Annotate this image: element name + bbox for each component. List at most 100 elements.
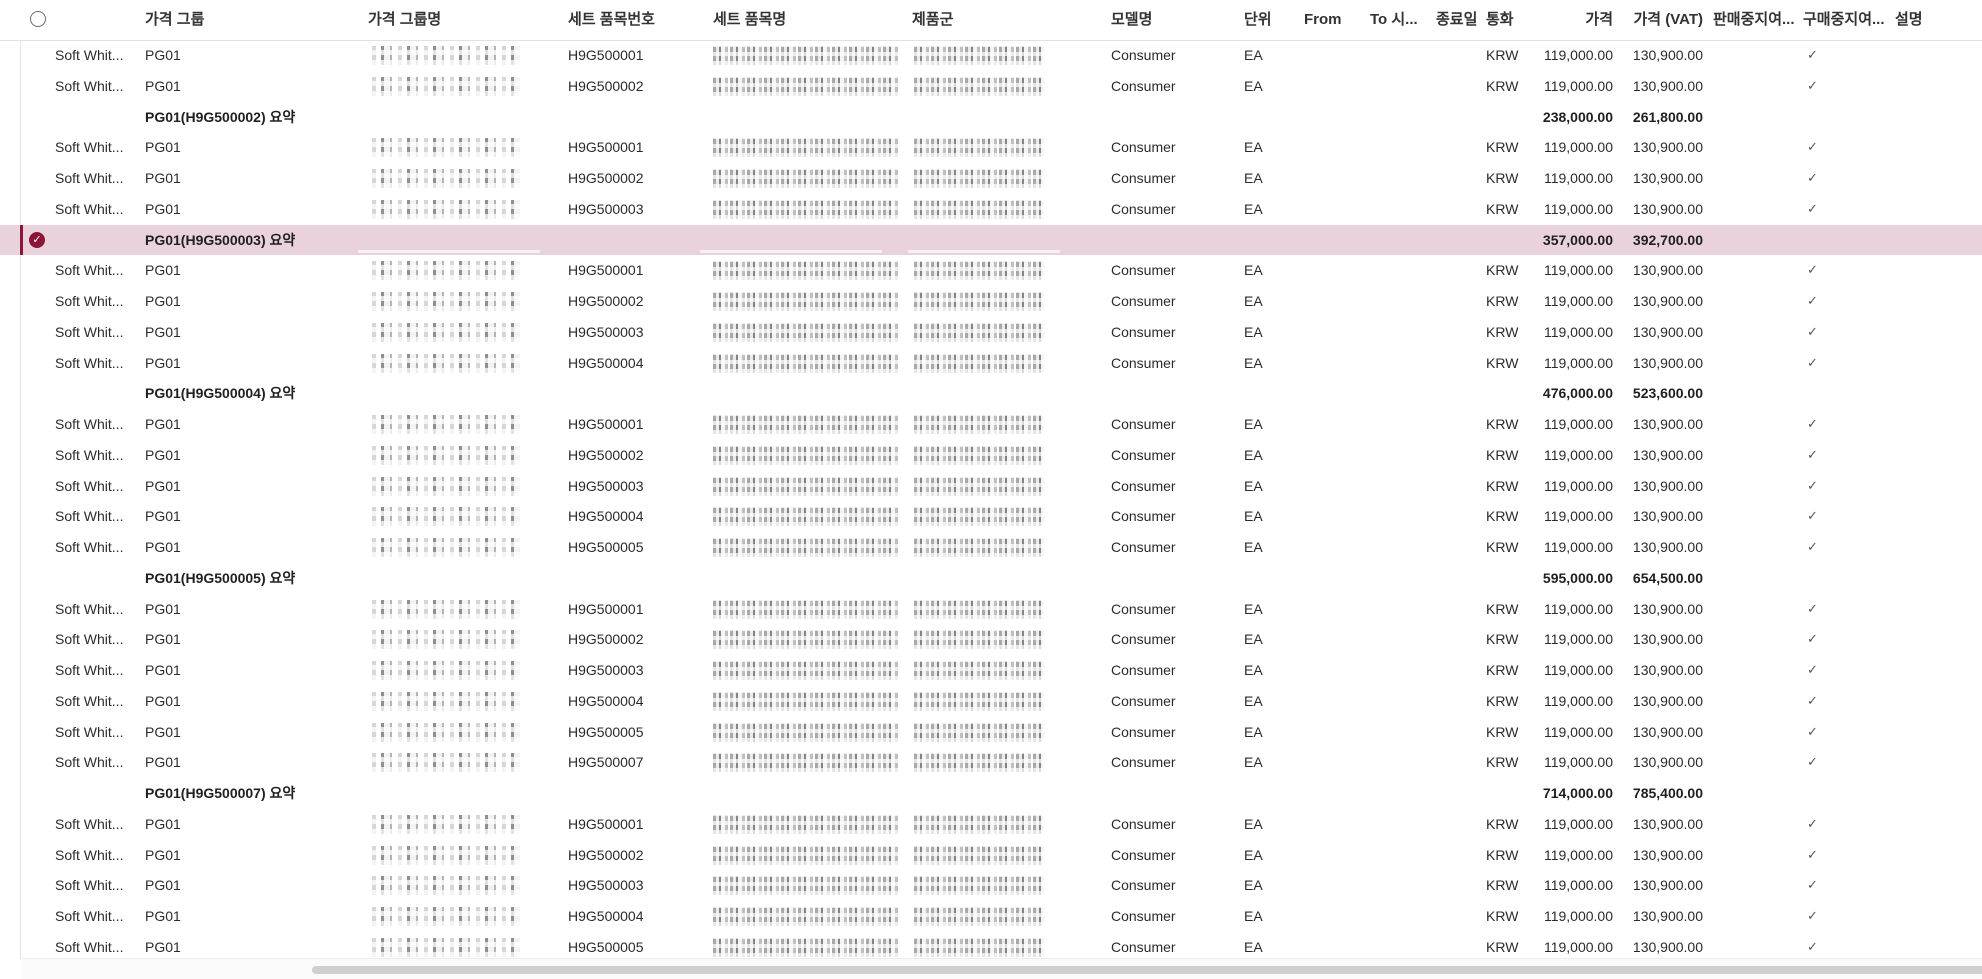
col-header-to[interactable]: To 시... (1370, 0, 1418, 40)
col-header-price[interactable]: 가격 (1530, 0, 1613, 40)
cell-set-name-redacted (713, 169, 898, 188)
table-row[interactable]: Soft Whit... PG01 H9G500004 Consumer EA KRW 11… (0, 686, 1982, 717)
table-row[interactable]: Soft Whit... PG01 H9G500002 Consumer EA KRW 11… (0, 163, 1982, 194)
cell-price-vat: 130,900.00 (1632, 354, 1703, 371)
table-row[interactable]: Soft Whit... PG01 H9G500004 Consumer EA KRW 11… (0, 348, 1982, 379)
cell-set-no: H9G500003 (568, 477, 644, 494)
cell-set-no: H9G500007 (568, 754, 644, 771)
table-row[interactable]: Soft Whit... PG01 H9G500002 Consumer EA KRW 11… (0, 71, 1982, 102)
cell-currency: KRW (1486, 600, 1519, 617)
col-header-end-date[interactable]: 종료일 (1436, 0, 1486, 40)
purchase-stop-check-icon: ✓ (1807, 600, 1818, 616)
col-header-currency[interactable]: 통화 (1486, 0, 1520, 40)
summary-row[interactable]: PG01(H9G500002) 요약 238,000.00 261,800.00 (0, 102, 1982, 133)
table-row[interactable]: Soft Whit... PG01 H9G500007 Consumer EA KRW 11… (0, 747, 1982, 778)
table-row[interactable]: Soft Whit... PG01 H9G500002 Consumer EA KRW 11… (0, 840, 1982, 871)
col-header-description[interactable]: 설명 (1895, 0, 1955, 40)
cell-price: 119,000.00 (1543, 846, 1613, 863)
table-row[interactable]: Soft Whit... PG01 H9G500003 Consumer EA KRW 11… (0, 471, 1982, 502)
cell-group-name-redacted (372, 876, 520, 896)
cell-set-name-redacted (713, 845, 898, 865)
col-header-group[interactable]: 가격 그룹 (145, 0, 285, 40)
table-row[interactable]: Soft Whit... PG01 H9G500002 Consumer EA KRW 11… (0, 624, 1982, 655)
cell-group: PG01 (145, 508, 181, 525)
col-header-sales-stop[interactable]: 판매중지여... (1713, 0, 1799, 40)
table-row[interactable]: Soft Whit... PG01 H9G500001 Consumer EA KRW 11… (0, 409, 1982, 440)
summary-price: 238,000.00 (1542, 108, 1613, 125)
col-header-set-name[interactable]: 세트 품목명 (713, 0, 863, 40)
cell-first: Soft Whit... (55, 815, 124, 832)
table-row[interactable]: Soft Whit... PG01 H9G500003 Consumer EA KRW 11… (0, 655, 1982, 686)
cell-unit: EA (1244, 170, 1263, 186)
col-header-set-no[interactable]: 세트 품목번호 (568, 0, 698, 40)
cell-set-no: H9G500002 (568, 293, 644, 309)
col-header-unit[interactable]: 단위 (1244, 0, 1294, 40)
purchase-stop-check-icon: ✓ (1807, 908, 1818, 923)
cell-group-name-redacted (372, 76, 520, 96)
summary-row[interactable]: PG01(H9G500007) 요약 714,000.00 785,400.00 (0, 778, 1982, 809)
horizontal-scrollbar-thumb[interactable] (312, 966, 1982, 974)
table-row[interactable]: Soft Whit... PG01 H9G500003 Consumer EA KRW 11… (0, 317, 1982, 348)
cell-product-group-redacted (914, 845, 1044, 865)
cell-group-name-redacted (372, 845, 520, 865)
table-row[interactable]: Soft Whit... PG01 H9G500004 Consumer EA KRW 11… (0, 501, 1982, 532)
cell-group: PG01 (145, 139, 181, 156)
purchase-stop-check-icon: ✓ (1807, 539, 1818, 554)
cell-currency: KRW (1486, 293, 1519, 309)
cell-first: Soft Whit... (55, 354, 124, 371)
table-row[interactable]: Soft Whit... PG01 H9G500005 Consumer EA KRW 11… (0, 532, 1982, 563)
cell-set-no: H9G500003 (568, 200, 644, 217)
cell-product-group-redacted (914, 76, 1044, 96)
cell-group-name-redacted (372, 476, 520, 496)
cell-model: Consumer (1111, 877, 1176, 894)
table-row[interactable]: Soft Whit... PG01 H9G500003 Consumer EA KRW 11… (0, 194, 1982, 225)
cell-set-no: H9G500001 (568, 139, 644, 156)
table-row[interactable]: Soft Whit... PG01 H9G500001 Consumer EA KRW 11… (0, 594, 1982, 625)
cell-price-vat: 130,900.00 (1632, 662, 1703, 678)
col-header-price-vat[interactable]: 가격 (VAT) (1614, 0, 1703, 40)
cell-first: Soft Whit... (55, 200, 124, 217)
table-row[interactable]: Soft Whit... PG01 H9G500001 Consumer EA KRW 11… (0, 40, 1982, 71)
cell-product-group-redacted (914, 261, 1044, 281)
cell-product-group-redacted (914, 46, 1044, 65)
table-row[interactable]: Soft Whit... PG01 H9G500001 Consumer EA KRW 11… (0, 809, 1982, 840)
select-all-radio[interactable] (30, 11, 46, 27)
summary-row[interactable]: PG01(H9G500005) 요약 595,000.00 654,500.00 (0, 563, 1982, 594)
cell-currency: KRW (1486, 262, 1519, 279)
cell-unit: EA (1244, 323, 1263, 340)
col-header-group-name[interactable]: 가격 그룹명 (368, 0, 518, 40)
table-row[interactable]: Soft Whit... PG01 H9G500001 Consumer EA KRW 11… (0, 255, 1982, 286)
col-header-model[interactable]: 모델명 (1111, 0, 1211, 40)
table-row[interactable]: Soft Whit... PG01 H9G500003 Consumer EA KRW 11… (0, 870, 1982, 901)
summary-row[interactable]: ✓ PG01(H9G500003) 요약 357,000.00 392,700.00 (0, 224, 1982, 256)
cell-price-vat: 130,900.00 (1632, 446, 1703, 463)
col-header-purchase-stop[interactable]: 구매중지여... (1803, 0, 1889, 40)
cell-group-name-redacted (372, 445, 520, 465)
cell-set-name-redacted (713, 507, 898, 527)
cell-group: PG01 (145, 170, 181, 186)
cell-set-name-redacted (713, 138, 898, 158)
cell-group: PG01 (145, 539, 181, 555)
cell-group: PG01 (145, 323, 181, 340)
cell-price-vat: 130,900.00 (1632, 508, 1703, 525)
cell-unit: EA (1244, 77, 1263, 94)
col-header-product-group[interactable]: 제품군 (912, 0, 1062, 40)
col-header-from[interactable]: From (1304, 0, 1354, 40)
cell-group: PG01 (145, 723, 181, 740)
table-row[interactable]: Soft Whit... PG01 H9G500005 Consumer EA KRW 11… (0, 717, 1982, 748)
cell-currency: KRW (1486, 631, 1519, 648)
cell-currency: KRW (1486, 139, 1519, 156)
cell-price-vat: 130,900.00 (1632, 815, 1703, 832)
summary-row[interactable]: PG01(H9G500004) 요약 476,000.00 523,600.00 (0, 378, 1982, 409)
summary-price-vat: 392,700.00 (1632, 231, 1703, 248)
cell-model: Consumer (1111, 754, 1176, 771)
table-row[interactable]: Soft Whit... PG01 H9G500001 Consumer EA KRW 11… (0, 132, 1982, 163)
table-row[interactable]: Soft Whit... PG01 H9G500002 Consumer EA KRW 11… (0, 440, 1982, 471)
cell-set-name-redacted (713, 46, 898, 65)
cell-first: Soft Whit... (55, 846, 124, 863)
cell-set-name-redacted (713, 199, 898, 219)
cell-model: Consumer (1111, 477, 1176, 494)
table-row[interactable]: Soft Whit... PG01 H9G500004 Consumer EA KRW 11… (0, 901, 1982, 932)
table-row[interactable]: Soft Whit... PG01 H9G500002 Consumer EA KRW 11… (0, 286, 1982, 317)
horizontal-scrollbar[interactable] (22, 958, 1982, 979)
